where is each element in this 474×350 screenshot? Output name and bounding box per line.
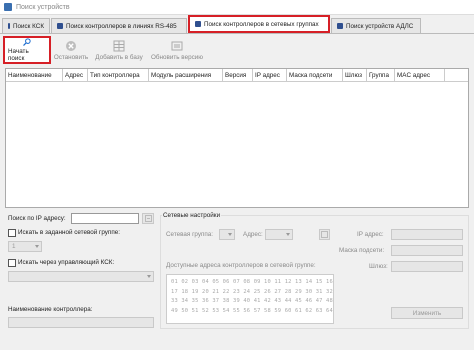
column-header-extension-module[interactable]: Модуль расширения [149, 69, 223, 81]
title-bar: Поиск устройств [0, 0, 474, 15]
tab-ksk-search[interactable]: Поиск КСК [2, 18, 50, 33]
subnet-mask-label: Маска подсети: [339, 247, 385, 254]
network-group-select[interactable]: 1 [8, 241, 42, 252]
subnet-mask-input[interactable] [391, 245, 463, 256]
search-in-group-label: Искать в заданной сетевой группе: [18, 229, 120, 236]
tab-label: Поиск контроллеров в сетевых группах [204, 20, 319, 28]
network-controller-icon [195, 21, 201, 27]
address-row: 49 50 51 52 53 54 55 56 57 58 59 60 61 6… [171, 307, 333, 314]
change-button[interactable]: Изменить [391, 307, 463, 319]
column-header-address[interactable]: Адрес [63, 69, 88, 81]
address-row: 17 18 19 20 21 22 23 24 25 26 27 28 29 3… [171, 288, 333, 295]
search-icon [144, 215, 152, 222]
ip-search-label: Поиск по IP адресу: [8, 215, 66, 222]
search-in-group-checkbox[interactable] [8, 229, 16, 237]
stop-button[interactable]: Остановить [52, 36, 90, 64]
controller-name-input[interactable] [8, 317, 154, 328]
column-header-version[interactable]: Версия [223, 69, 253, 81]
address-action-button[interactable] [319, 229, 330, 240]
column-header-group[interactable]: Группа [367, 69, 395, 81]
update-version-icon [171, 41, 183, 50]
address-row: 01 02 03 04 05 06 07 08 09 10 11 12 13 1… [171, 279, 333, 285]
tab-label: Поиск КСК [12, 22, 44, 30]
network-group-label: Сетевая группа: [166, 231, 214, 238]
network-group-value: 1 [12, 243, 16, 250]
column-header-mac-address[interactable]: MAC адрес [395, 69, 445, 81]
stop-label: Остановить [53, 53, 89, 61]
column-header-subnet-mask[interactable]: Маска подсети [287, 69, 343, 81]
start-search-label: Начать поиск [8, 48, 29, 62]
settings-network-group-select[interactable] [219, 229, 235, 240]
available-addresses-list[interactable]: 01 02 03 04 05 06 07 08 09 10 11 12 13 1… [166, 274, 334, 324]
ip-address-label: IP адрес: [357, 231, 384, 238]
controller-icon [57, 23, 63, 29]
tab-network-groups-search[interactable]: Поиск контроллеров в сетевых группах [188, 15, 330, 33]
tab-rs485-search[interactable]: Поиск контроллеров в линиях RS-485 [51, 18, 187, 33]
address-label: Адрес: [243, 231, 263, 238]
update-version-button[interactable]: Обновить версию [148, 36, 206, 64]
column-header-name[interactable]: Наименование [6, 69, 63, 81]
ip-search-button[interactable] [142, 213, 154, 224]
address-row: 33 34 35 36 37 38 39 40 41 42 43 44 45 4… [171, 298, 333, 305]
add-to-database-label: Добавить в базу [95, 53, 143, 61]
ip-search-input[interactable] [71, 213, 139, 224]
gateway-label: Шлюз: [369, 263, 388, 270]
change-button-label: Изменить [412, 309, 442, 317]
column-header-controller-type[interactable]: Тип контроллера [88, 69, 149, 81]
ksk-select[interactable] [8, 271, 154, 282]
chevron-down-icon [228, 233, 232, 236]
search-via-ksk-label: Искать через управляющий КСК: [18, 259, 115, 266]
chevron-down-icon [286, 233, 290, 236]
magnifier-icon [23, 38, 31, 46]
add-database-icon [113, 40, 125, 51]
ip-address-input[interactable] [391, 229, 463, 240]
chevron-down-icon [147, 275, 151, 278]
table-header: Наименование Адрес Тип контроллера Модул… [6, 69, 468, 82]
column-header-gateway[interactable]: Шлюз [343, 69, 367, 81]
gateway-input[interactable] [391, 261, 463, 272]
stop-icon [66, 40, 76, 51]
add-to-database-button[interactable]: Добавить в базу [91, 36, 147, 64]
tab-adls-search[interactable]: Поиск устройств АДЛС [331, 18, 421, 33]
update-version-label: Обновить версию [151, 53, 203, 61]
tab-strip: Поиск КСК Поиск контроллеров в линиях RS… [0, 15, 474, 34]
ksk-icon [8, 23, 10, 29]
window-title: Поиск устройств [16, 3, 70, 11]
address-select[interactable] [265, 229, 293, 240]
tab-label: Поиск устройств АДЛС [346, 22, 414, 30]
controllers-table[interactable]: Наименование Адрес Тип контроллера Модул… [5, 68, 469, 208]
tab-label: Поиск контроллеров в линиях RS-485 [66, 22, 177, 30]
start-search-button[interactable]: Начать поиск [3, 36, 51, 64]
app-icon [4, 3, 12, 11]
address-book-icon [321, 231, 328, 238]
network-settings-title: Сетевые настройки [162, 212, 222, 219]
toolbar: Начать поиск Остановить Добавить в базу … [0, 35, 474, 65]
adls-device-icon [337, 23, 343, 29]
search-via-ksk-checkbox[interactable] [8, 259, 16, 267]
column-header-ip-address[interactable]: IP адрес [253, 69, 287, 81]
available-addresses-label: Доступные адреса контроллеров в сетевой … [166, 262, 316, 269]
chevron-down-icon [35, 245, 39, 248]
controller-name-label: Наименование контроллера: [8, 306, 93, 313]
